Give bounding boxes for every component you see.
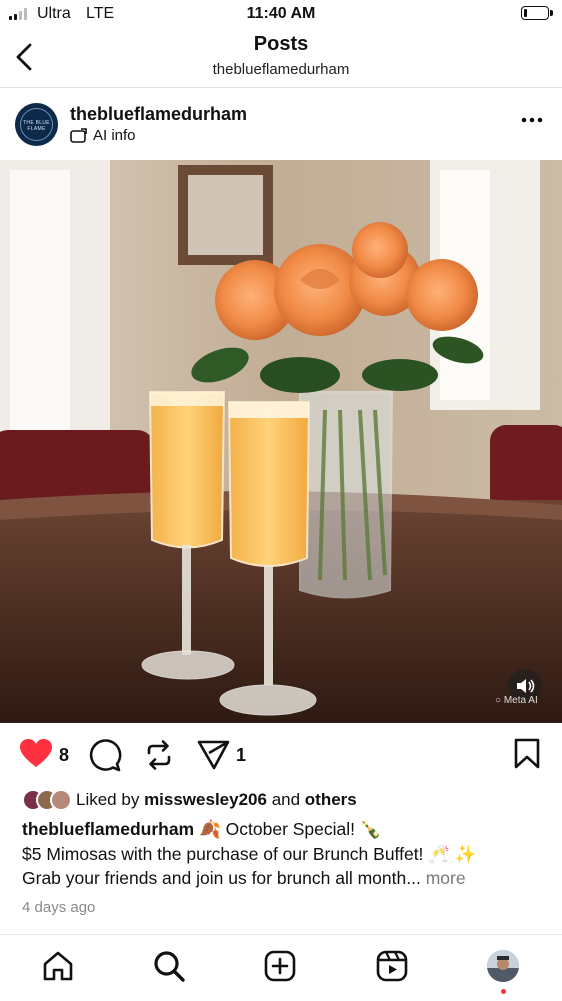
ai-info-label: AI info: [93, 127, 136, 144]
bottom-nav: [0, 934, 562, 1001]
plus-square-icon[interactable]: [263, 949, 297, 983]
battery-icon: [521, 6, 549, 20]
liker-avatars: [22, 789, 72, 811]
reels-icon[interactable]: [375, 949, 409, 983]
post-timestamp: 4 days ago: [22, 899, 96, 916]
home-icon[interactable]: [41, 949, 75, 983]
heart-icon[interactable]: [19, 738, 53, 770]
liked-by-prefix: Liked by: [76, 790, 140, 809]
liked-by-row[interactable]: Liked by misswesley206 and others: [22, 789, 357, 811]
meta-ai-watermark: ○ Meta AI: [495, 695, 538, 706]
ai-info-icon: [70, 128, 87, 143]
likes-count[interactable]: 8: [59, 745, 69, 766]
post-image[interactable]: [0, 160, 562, 723]
caption-username[interactable]: theblueflamedurham: [22, 819, 194, 839]
notification-dot: [501, 989, 506, 994]
bookmark-icon[interactable]: [514, 738, 540, 770]
liked-by-user[interactable]: misswesley206: [144, 790, 267, 810]
comment-icon[interactable]: [88, 738, 122, 772]
more-dots-icon[interactable]: [520, 110, 544, 130]
post-username[interactable]: theblueflamedurham: [70, 104, 247, 125]
liked-by-others[interactable]: others: [305, 790, 357, 810]
caption-line3-text: Grab your friends and join us for brunch…: [22, 868, 421, 888]
battery-nub: [550, 10, 553, 16]
clock: 11:40 AM: [246, 5, 316, 22]
header-divider: [0, 87, 562, 88]
shares-count[interactable]: 1: [236, 745, 246, 766]
status-bar: Ultra LTE 11:40 AM: [0, 0, 562, 30]
caption-line1-text: 🍂 October Special! 🍾: [199, 819, 382, 839]
page-subtitle: theblueflamedurham: [212, 61, 350, 78]
send-icon[interactable]: [197, 738, 231, 772]
repost-icon[interactable]: [142, 738, 176, 772]
liker-avatar: [50, 789, 72, 811]
caption-line-1: theblueflamedurham 🍂 October Special! 🍾: [22, 817, 547, 842]
page-title: Posts: [253, 33, 309, 55]
caption-more-link[interactable]: more: [426, 868, 466, 888]
profile-avatar[interactable]: [487, 950, 519, 982]
search-icon[interactable]: [152, 949, 186, 983]
caption-line-2: $5 Mimosas with the purchase of our Brun…: [22, 844, 477, 864]
ai-info-link[interactable]: AI info: [70, 127, 136, 144]
post-avatar[interactable]: THE BLUE FLAME: [15, 103, 58, 146]
liked-by-and: and: [271, 790, 301, 809]
caption-line-3: Grab your friends and join us for brunch…: [22, 866, 547, 891]
avatar-logo-text: THE BLUE FLAME: [23, 120, 50, 132]
